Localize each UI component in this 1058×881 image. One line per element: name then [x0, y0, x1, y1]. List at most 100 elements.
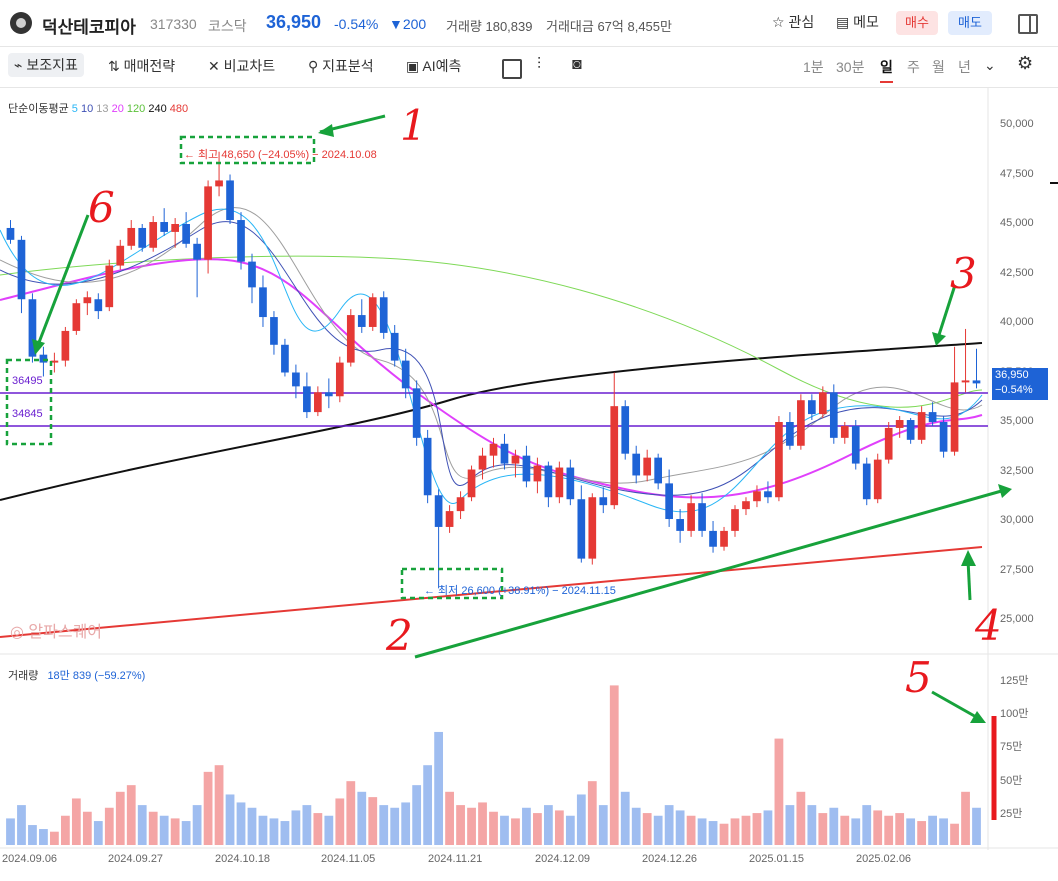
candle-body: [182, 224, 190, 244]
volume-bar: [796, 791, 806, 845]
candle-body: [599, 497, 608, 506]
volume-bar: [82, 811, 92, 845]
candle-body: [818, 392, 827, 415]
candle-body: [753, 491, 761, 502]
volume-bar: [302, 805, 312, 845]
price-chart[interactable]: 1 2 3 45 6: [0, 0, 1058, 881]
candle-body: [511, 455, 520, 464]
volume-bar: [774, 738, 784, 845]
volume-bar: [434, 731, 444, 845]
current-price-tag: 36,950 −0.54%: [992, 368, 1048, 400]
volume-bar: [203, 771, 213, 845]
candle-body: [566, 467, 575, 500]
candle-body: [270, 317, 278, 345]
level-marker-box: [5, 358, 53, 446]
date-axis-label: 2024.11.05: [321, 853, 376, 865]
volume-bar: [895, 813, 905, 845]
high-annotation: ← 최고 48,650 (−24.05%) − 2024.10.08: [184, 149, 377, 161]
price-axis-label: 47,500: [1000, 167, 1034, 180]
candle-body: [226, 180, 234, 221]
volume-bar: [928, 815, 937, 845]
candle-body: [621, 406, 630, 454]
candle-body: [775, 422, 783, 498]
volume-bar: [522, 807, 531, 845]
volume-axis-label: 125만: [1000, 674, 1029, 687]
date-axis-label: 2025.01.15: [749, 853, 805, 865]
volume-bar: [917, 821, 927, 845]
candle-body: [314, 392, 322, 413]
candle-body: [950, 382, 959, 452]
candle-body: [873, 459, 882, 500]
volume-bar: [357, 791, 367, 845]
alphasquare-logo-icon: ◎: [10, 624, 24, 641]
volume-bar: [445, 791, 454, 845]
volume-bar: [346, 781, 356, 845]
volume-bar: [423, 765, 433, 845]
volume-bar: [533, 813, 542, 845]
candle-body: [171, 224, 179, 232]
candle-body: [467, 469, 476, 498]
candle-body: [665, 483, 673, 520]
volume-bar: [939, 818, 948, 845]
volume-bar: [456, 805, 465, 845]
volume-bar: [730, 818, 740, 845]
candle-body: [500, 443, 509, 464]
ma20-line: [0, 258, 983, 499]
volume-bar: [500, 815, 509, 845]
volume-bar: [763, 810, 773, 845]
date-axis-label: 2025.02.06: [856, 853, 912, 865]
candle-body: [797, 400, 805, 446]
candle-body: [742, 501, 750, 510]
price-axis-label: 27,500: [1000, 563, 1034, 576]
candle-body: [6, 227, 15, 240]
low-annotation: ← 최저 26,600 (+38.91%) − 2024.11.15: [424, 585, 616, 597]
candle-body: [138, 227, 147, 248]
support-trendline: [414, 488, 1006, 659]
volume-legend: 거래량 18만 839 (−59.27%): [8, 670, 146, 682]
volume-bar: [851, 818, 861, 845]
candle-body: [709, 530, 717, 547]
candle-body: [445, 511, 454, 527]
candle-body: [259, 287, 267, 318]
volume-bar: [543, 805, 553, 845]
volume-bar: [192, 805, 202, 845]
date-axis-label: 2024.11.21: [428, 853, 483, 865]
mark-5: 5: [905, 653, 932, 702]
candle-body: [610, 406, 619, 506]
candle-body: [379, 297, 388, 333]
candle-body: [895, 420, 904, 428]
candle-body: [72, 303, 81, 331]
candle-body: [346, 315, 355, 363]
volume-bar: [247, 807, 257, 845]
candle-body: [687, 503, 695, 531]
candle-body: [237, 220, 245, 262]
candle-body: [94, 299, 103, 312]
volume-bar: [642, 813, 652, 845]
volume-bar: [961, 791, 970, 845]
candle-body: [61, 330, 70, 361]
trendline-head: [998, 484, 1012, 498]
candle-body: [632, 453, 641, 476]
candle-body: [522, 455, 531, 482]
volume-bar: [862, 805, 872, 845]
volume-bar: [368, 797, 378, 845]
volume-axis-label: 75만: [1000, 741, 1023, 754]
candle-body: [588, 497, 597, 559]
candle-body: [368, 297, 377, 327]
volume-bar: [807, 805, 817, 845]
level-36495: 36495: [12, 375, 43, 387]
volume-bar: [587, 781, 597, 845]
candle-body: [127, 227, 136, 246]
candle-body: [17, 239, 26, 300]
candle-body: [149, 222, 158, 248]
volume-bar: [50, 831, 59, 845]
volume-bar: [313, 813, 323, 845]
candle-body: [434, 495, 443, 527]
mark-2: 2: [385, 611, 413, 660]
candle-body: [972, 380, 981, 384]
volume-bar: [873, 810, 883, 845]
candle-body: [116, 245, 125, 266]
candle-body: [851, 425, 860, 464]
price-axis-label: 30,000: [1000, 514, 1034, 526]
candle-body: [939, 422, 948, 452]
